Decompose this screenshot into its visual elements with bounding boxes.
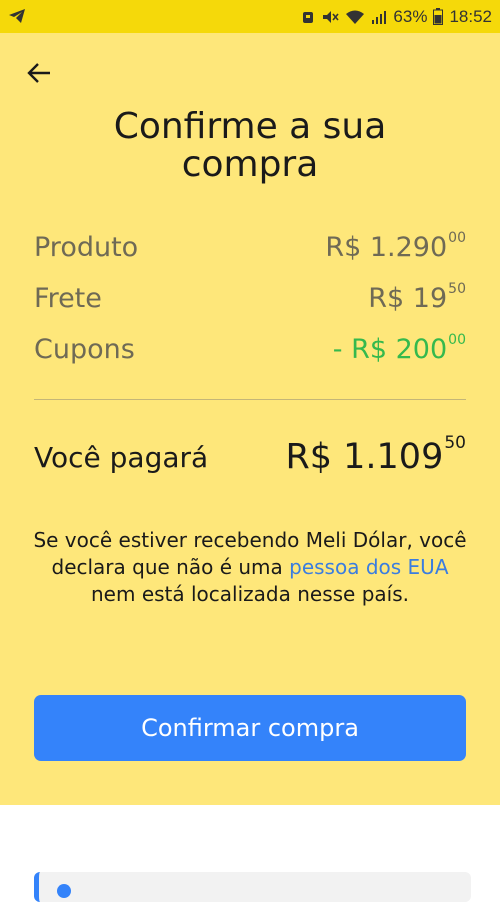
coupons-label: Cupons (34, 333, 135, 365)
product-price: R$ 1.29000 (325, 229, 466, 263)
wifi-icon (346, 10, 365, 24)
mute-icon (323, 10, 340, 23)
battery-percent: 63% (393, 6, 428, 26)
total-price: R$ 1.10950 (285, 433, 466, 477)
alarm-icon (303, 11, 314, 23)
coupons-discount: - R$ 20000 (332, 331, 466, 365)
summary-row-coupons: Cupons - R$ 20000 (34, 329, 466, 369)
total-row: Você pagará R$ 1.10950 (34, 432, 466, 482)
us-person-link[interactable]: pessoa dos EUA (289, 555, 448, 579)
info-icon (57, 884, 71, 898)
telegram-icon (9, 9, 25, 23)
divider (34, 399, 466, 400)
arrow-left-icon[interactable] (24, 58, 54, 88)
signal-icon (372, 10, 387, 24)
product-label: Produto (34, 231, 139, 263)
shipping-label: Frete (34, 282, 102, 314)
total-label: Você pagará (34, 440, 209, 474)
clock: 18:52 (449, 6, 492, 26)
status-bar: 63% 18:52 (0, 0, 500, 33)
info-card (34, 872, 471, 902)
page-title: Confirme a sua compra (113, 106, 387, 185)
battery-icon (433, 8, 444, 25)
shipping-price: R$ 1950 (368, 280, 466, 314)
summary-row-product: Produto R$ 1.29000 (34, 227, 466, 267)
summary-row-shipping: Frete R$ 1950 (34, 278, 466, 318)
meli-dolar-notice: Se você estiver recebendo Meli Dólar, vo… (33, 528, 467, 606)
confirm-purchase-button[interactable]: Confirmar compra (34, 695, 466, 761)
